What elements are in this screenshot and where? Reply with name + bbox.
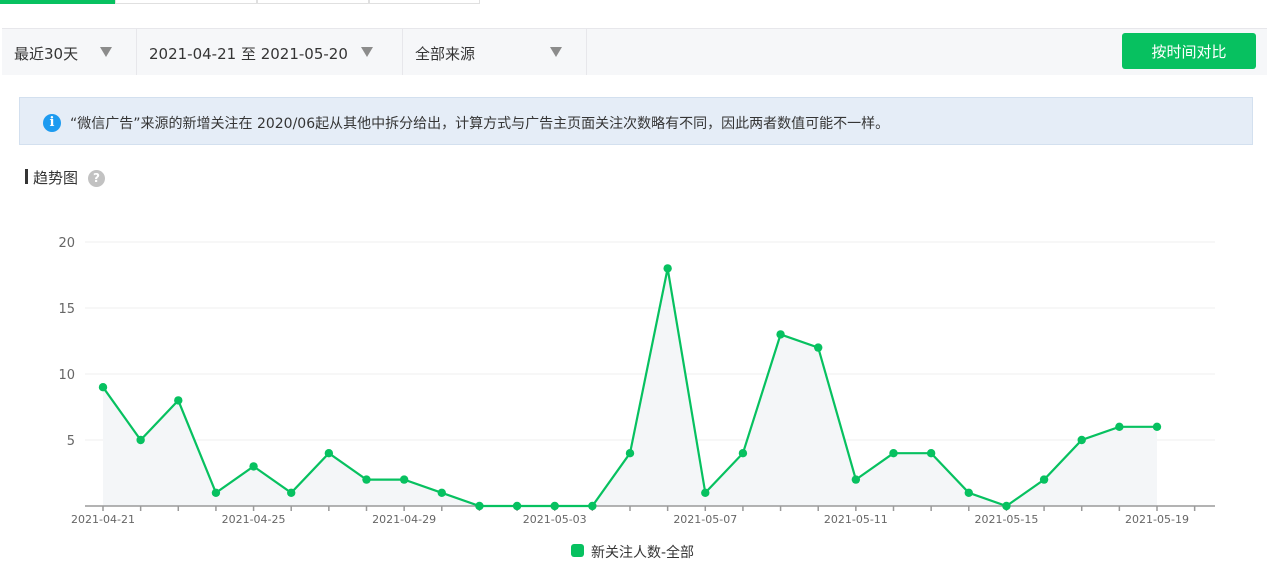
data-point[interactable]: [475, 501, 484, 511]
data-point[interactable]: [399, 475, 409, 484]
x-tick-label: 2021-05-07: [673, 513, 737, 526]
x-tick-label: 2021-05-15: [974, 513, 1038, 526]
x-tick-label: 2021-05-03: [523, 513, 587, 526]
data-point[interactable]: [324, 449, 334, 458]
trend-chart: 5 10 15 20 2021-04-21 2021-04-25 2021-04-29 20…: [58, 236, 1215, 526]
data-point[interactable]: [512, 501, 522, 511]
data-point[interactable]: [98, 383, 108, 392]
data-point[interactable]: [249, 462, 258, 471]
data-point[interactable]: [1077, 435, 1086, 445]
data-point[interactable]: [738, 449, 748, 458]
data-point[interactable]: [701, 488, 710, 497]
data-point[interactable]: [588, 501, 597, 511]
data-point[interactable]: [625, 449, 635, 458]
data-point[interactable]: [1115, 422, 1124, 431]
data-point[interactable]: [550, 501, 559, 511]
data-point[interactable]: [174, 396, 183, 405]
data-point[interactable]: [1152, 422, 1162, 431]
data-point[interactable]: [362, 475, 371, 484]
data-point[interactable]: [926, 449, 936, 458]
data-point[interactable]: [287, 488, 296, 497]
x-tick-label: 2021-05-11: [824, 513, 888, 526]
data-point[interactable]: [776, 330, 785, 339]
legend-label: 新关注人数-全部: [591, 545, 695, 561]
data-point[interactable]: [851, 475, 861, 484]
y-tick-label: 10: [58, 368, 75, 383]
data-point[interactable]: [1002, 501, 1011, 511]
data-point[interactable]: [814, 343, 823, 352]
x-tick-label: 2021-04-21: [71, 513, 135, 526]
data-point[interactable]: [964, 488, 973, 497]
y-tick-label: 15: [58, 302, 75, 317]
y-tick-label: 5: [67, 434, 75, 449]
data-point[interactable]: [211, 488, 221, 497]
x-tick-label: 2021-04-25: [222, 513, 286, 526]
data-point[interactable]: [136, 435, 145, 445]
data-point[interactable]: [437, 488, 446, 497]
x-tick-label: 2021-05-19: [1125, 513, 1189, 526]
legend-swatch: [571, 544, 584, 557]
x-tick-label: 2021-04-29: [372, 513, 436, 526]
data-point[interactable]: [663, 264, 672, 273]
data-point[interactable]: [889, 449, 898, 458]
data-point[interactable]: [1039, 475, 1049, 484]
y-tick-label: 20: [58, 236, 75, 251]
